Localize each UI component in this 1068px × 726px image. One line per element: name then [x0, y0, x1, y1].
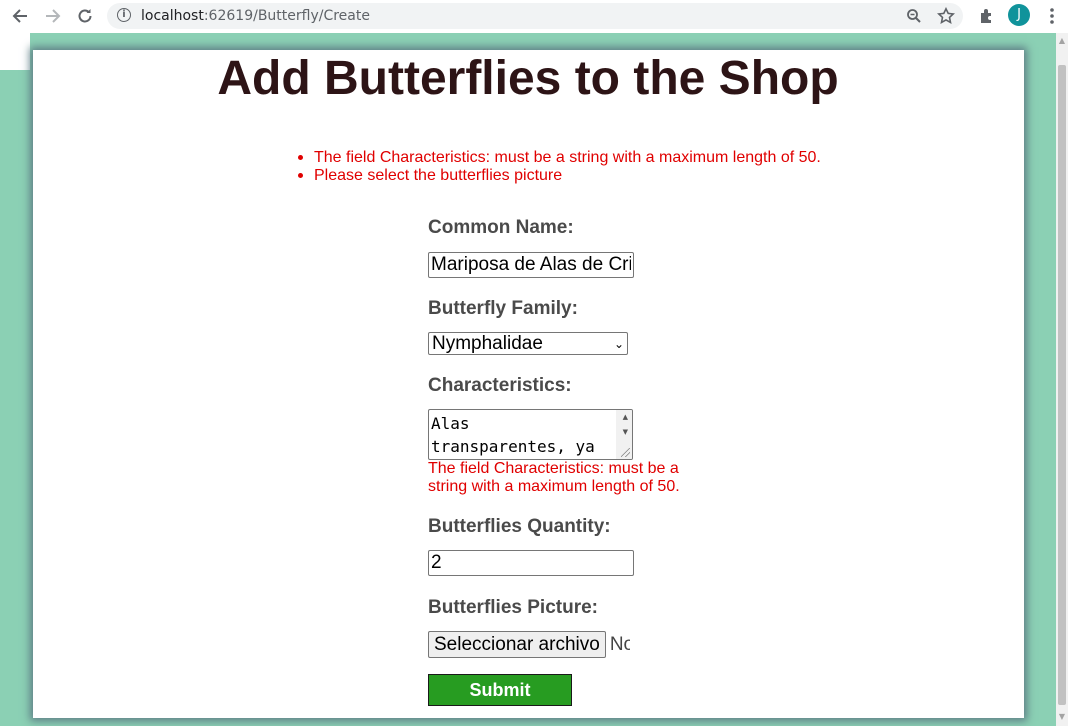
quantity-input[interactable]	[428, 550, 634, 576]
bullet-icon	[298, 173, 303, 178]
family-select[interactable]: Nymphalidae ⌄	[428, 332, 628, 355]
common-name-input[interactable]	[428, 252, 634, 278]
url-path: :62619/Butterfly/Create	[203, 8, 370, 24]
picture-file-input[interactable]: Seleccionar archivoNo se ha seleccionado…	[428, 631, 630, 658]
validation-item-text: Please select the butterflies picture	[314, 167, 563, 184]
choose-file-button[interactable]: Seleccionar archivo	[428, 631, 606, 658]
url-text[interactable]: localhost:62619/Butterfly/Create	[141, 8, 370, 24]
validation-item: Please select the butterflies picture	[296, 167, 821, 185]
url-host: localhost	[141, 8, 204, 24]
chevron-down-icon: ⌄	[613, 337, 624, 351]
quantity-label: Butterflies Quantity:	[428, 516, 611, 537]
back-arrow-icon[interactable]	[7, 4, 33, 28]
address-bar[interactable]: i localhost:62619/Butterfly/Create	[107, 3, 963, 29]
characteristics-error: The field Characteristics: must be a str…	[428, 460, 680, 495]
zoom-icon[interactable]	[904, 6, 924, 26]
characteristics-label: Characteristics:	[428, 375, 572, 396]
bookmark-star-icon[interactable]	[936, 6, 956, 26]
family-select-value: Nymphalidae	[432, 333, 543, 354]
browser-toolbar: i localhost:62619/Butterfly/Create J	[0, 0, 1068, 33]
scroll-down-arrow-icon[interactable]: ▼	[1056, 712, 1068, 722]
file-status-text: No se ha seleccionado ningún archivo	[609, 634, 630, 655]
extensions-puzzle-icon[interactable]	[976, 5, 998, 27]
page-title: Add Butterflies to the Shop	[217, 52, 839, 105]
common-name-label: Common Name:	[428, 217, 574, 238]
validation-summary: The field Characteristics: must be a str…	[296, 149, 821, 185]
info-icon[interactable]: i	[117, 8, 131, 22]
picture-label: Butterflies Picture:	[428, 597, 598, 618]
family-label: Butterfly Family:	[428, 298, 578, 319]
bullet-icon	[298, 155, 303, 160]
forward-arrow-icon[interactable]	[40, 4, 66, 28]
scrollbar-thumb[interactable]	[1058, 65, 1066, 705]
profile-avatar[interactable]: J	[1008, 4, 1030, 26]
scroll-up-arrow-icon[interactable]: ▲	[1056, 36, 1068, 46]
validation-item: The field Characteristics: must be a str…	[296, 149, 821, 167]
validation-item-text: The field Characteristics: must be a str…	[314, 149, 821, 166]
characteristics-text: Alas transparentes, ya	[431, 414, 595, 456]
submit-button[interactable]: Submit	[428, 674, 572, 706]
scroll-up-arrow-icon[interactable]: ▲	[623, 413, 628, 421]
resize-grip-icon[interactable]	[621, 448, 630, 457]
reload-icon[interactable]	[72, 4, 98, 28]
scroll-down-arrow-icon[interactable]: ▼	[623, 428, 628, 436]
kebab-menu-icon[interactable]	[1041, 5, 1063, 27]
characteristics-textarea[interactable]: Alas transparentes, ya ▲ ▼	[428, 409, 633, 460]
